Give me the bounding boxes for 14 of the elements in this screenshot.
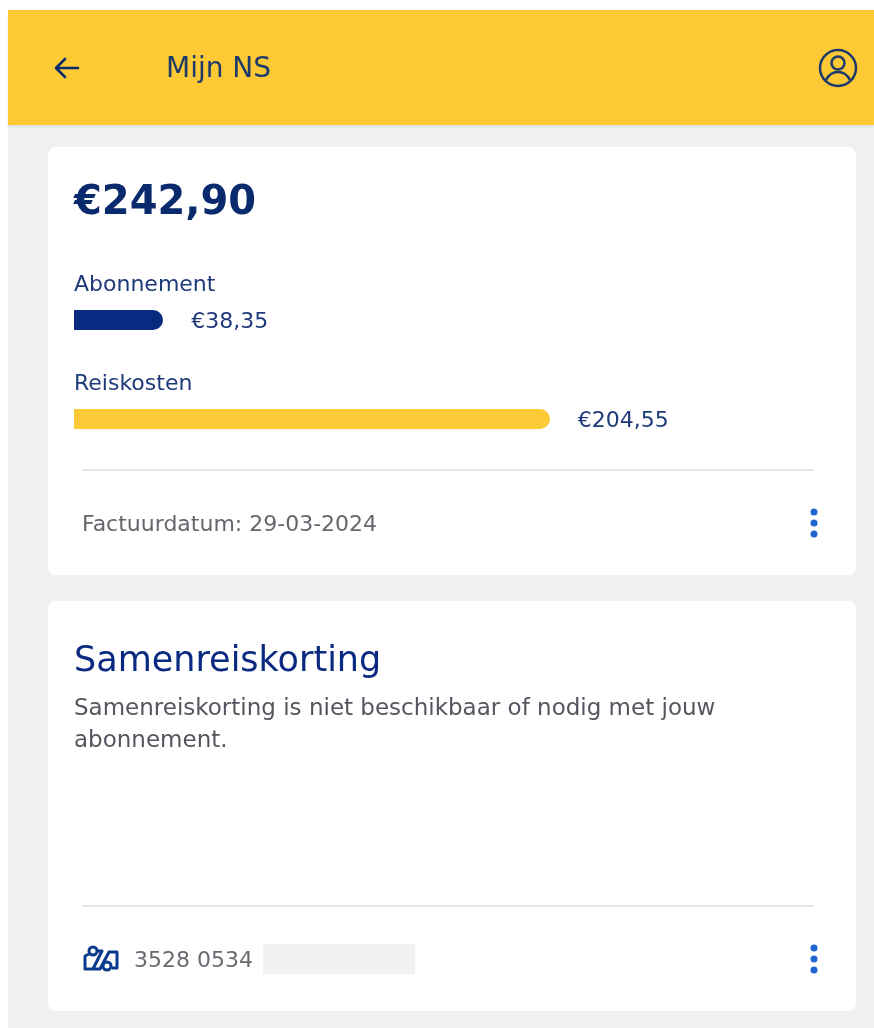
back-arrow-icon <box>54 56 80 79</box>
cost-amount: €38,35 <box>191 307 269 333</box>
invoice-date: Factuurdatum: 29-03-2024 <box>82 510 379 536</box>
cost-label: Reiskosten <box>74 370 194 395</box>
invoice-total: €242,90 <box>74 177 258 223</box>
more-vertical-icon <box>810 944 818 974</box>
discount-text: Samenreiskorting is niet beschikbaar of nodig met jouw abonnement. <box>74 693 717 754</box>
user-icon <box>818 47 858 88</box>
cost-amount: €204,55 <box>577 406 669 432</box>
discount-title: Samenreiskorting <box>74 639 383 679</box>
more-vertical-icon <box>810 508 818 538</box>
card-number: 3528 0534 <box>134 946 253 972</box>
cost-label: Abonnement <box>74 271 217 296</box>
page-title: Mijn NS <box>166 51 273 84</box>
